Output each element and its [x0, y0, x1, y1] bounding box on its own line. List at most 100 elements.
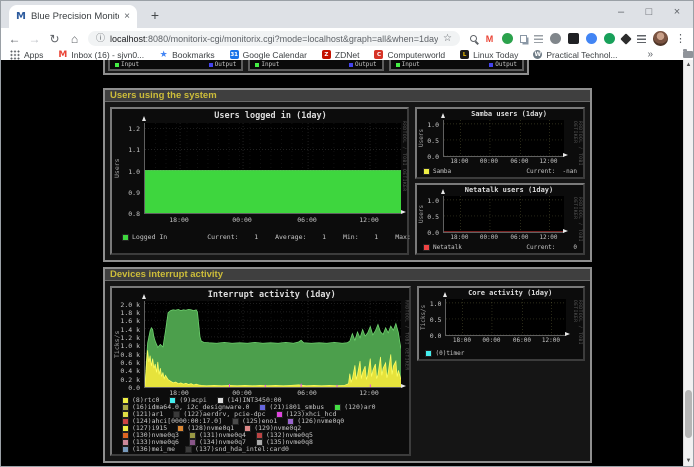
- rrdtool-watermark: RRDTOOL / TOBI OETIKER: [572, 121, 582, 177]
- bookmark-item[interactable]: C Computerworld: [374, 50, 445, 60]
- y-tick-label: 0.0: [430, 332, 442, 340]
- blue-circle-ext-icon[interactable]: [586, 33, 597, 44]
- bookmark-item[interactable]: M Inbox (16) - sjvn0...: [58, 50, 144, 60]
- graph-core-activity[interactable]: Core activity (1day) Ticks/s 1.00.50.0 1…: [417, 286, 585, 361]
- scroll-down-icon[interactable]: ▼: [684, 456, 693, 466]
- bookmark-item[interactable]: ★Bookmarks: [159, 50, 215, 60]
- x-tick-labels: 18:0000:0006:0012:00: [443, 234, 563, 242]
- legend-stats: Current: 1Average: 1Min: 1Max: 1: [207, 233, 430, 241]
- network-graph-cropped[interactable]: Input Output: [389, 60, 524, 71]
- search-ext-icon[interactable]: [470, 35, 477, 42]
- y-tick-label: 0.5: [427, 213, 439, 221]
- bookmark-item[interactable]: W Practical Technol...: [533, 50, 617, 60]
- gmail-icon: M: [58, 50, 67, 59]
- bookmark-label: ZDNet: [335, 50, 360, 60]
- close-button[interactable]: ×: [671, 6, 683, 18]
- gmail-ext-icon[interactable]: M: [484, 33, 495, 44]
- y-tick-labels: 2.0 k1.8 k1.6 k1.4 k1.2 k1.0 k0.8 k0.6 k…: [112, 301, 142, 387]
- back-icon[interactable]: ←: [8, 33, 21, 45]
- graph-legend: (0)timer: [425, 350, 577, 357]
- graph-title: Samba users (1day): [441, 110, 577, 118]
- rrdtool-watermark: RRDTOOL / TOBI OETIKER: [572, 197, 582, 253]
- y-tick-label: 1.6 k: [120, 317, 140, 325]
- browser-tab[interactable]: M Blue Precision Monitorix ×: [9, 5, 137, 28]
- y-tick-labels: 1.00.50.0: [417, 196, 441, 232]
- site-info-icon[interactable]: ⓘ: [96, 34, 105, 43]
- legend-output: Output: [489, 61, 517, 68]
- y-tick-labels: 1.00.50.0: [417, 120, 441, 156]
- pin-ext-icon[interactable]: [620, 33, 631, 44]
- y-tick-label: 0.6 k: [120, 359, 140, 367]
- apps-grid-icon: [10, 50, 20, 60]
- bookmarks-overflow-chevron[interactable]: »: [648, 49, 654, 60]
- url-host: localhost: [110, 34, 146, 44]
- x-tick-labels: 18:0000:0006:0012:00: [445, 337, 565, 345]
- y-tick-label: 1.4 k: [120, 326, 140, 334]
- green-globe-ext-icon[interactable]: [502, 33, 513, 44]
- scroll-up-icon[interactable]: ▲: [684, 60, 693, 70]
- network-graph-cropped[interactable]: Input Output: [248, 60, 383, 71]
- mask-ext-icon[interactable]: [550, 33, 561, 44]
- legend-item: (120)ar0: [334, 404, 375, 411]
- green-circle-ext-icon[interactable]: [604, 33, 615, 44]
- legend-swatch-icon: [122, 411, 129, 418]
- output-swatch-icon: [349, 63, 353, 67]
- tab-title: Blue Precision Monitorix: [31, 11, 119, 22]
- y-tick-label: 0.2 k: [120, 376, 140, 384]
- legend-swatch-icon: [189, 432, 196, 439]
- legend-item: Logged In: [122, 233, 167, 241]
- legend-item: Netatalk: [423, 244, 462, 251]
- profile-avatar[interactable]: [653, 31, 668, 46]
- computerworld-icon: C: [374, 50, 383, 59]
- dark-square-ext-icon[interactable]: [568, 33, 579, 44]
- bookmark-item[interactable]: ZZDNet: [322, 50, 360, 60]
- reload-icon[interactable]: ↻: [48, 33, 61, 45]
- y-tick-label: 1.8 k: [120, 309, 140, 317]
- playlist-ext-icon[interactable]: [637, 35, 646, 43]
- tab-close-icon[interactable]: ×: [124, 11, 130, 22]
- graph-users-logged-in[interactable]: Users logged in (1day) Users 1.21.11.00.…: [110, 107, 409, 255]
- maximize-button[interactable]: □: [643, 6, 655, 18]
- home-icon[interactable]: ⌂: [68, 33, 81, 45]
- plot-area: [144, 123, 401, 214]
- section-title-interrupts: Devices interrupt activity: [105, 269, 590, 281]
- x-tick-label: 00:00: [478, 234, 500, 241]
- pages-ext-icon[interactable]: [520, 35, 527, 43]
- minimize-button[interactable]: –: [615, 6, 627, 18]
- bookmark-item[interactable]: 31Google Calendar: [230, 50, 307, 60]
- bookmark-label: Computerworld: [387, 50, 445, 60]
- bookmarks-bar: Apps M Inbox (16) - sjvn0... ★Bookmarks 31Go…: [1, 49, 693, 60]
- scrollbar-thumb[interactable]: [685, 390, 692, 438]
- bookmark-item[interactable]: Apps: [10, 50, 43, 60]
- bookmark-label: Inbox (16) - sjvn0...: [71, 50, 144, 60]
- graph-interrupt-activity[interactable]: Interrupt activity (1day) Ticks/s 2.0 k1…: [110, 286, 411, 456]
- graph-legend: Logged InCurrent: 1Average: 1Min: 1Max: …: [122, 233, 397, 241]
- y-tick-label: 1.0: [427, 197, 439, 205]
- graph-samba-users[interactable]: Samba users (1day) Users 1.00.50.0 18:00…: [415, 107, 585, 179]
- doc-ext-icon[interactable]: [534, 35, 543, 43]
- bookmark-label: Practical Technol...: [546, 50, 617, 60]
- x-tick-label: 12:00: [540, 337, 562, 344]
- new-tab-button[interactable]: +: [147, 8, 163, 24]
- calendar-icon: 31: [230, 50, 239, 59]
- address-bar[interactable]: ⓘ localhost:8080/monitorix-cgi/monitorix…: [88, 31, 460, 46]
- rrdtool-watermark: RRDTOOL / TOBI OETIKER: [401, 121, 406, 192]
- legend-swatch-icon: [122, 425, 129, 432]
- x-axis-arrow-icon: [401, 384, 406, 388]
- rrdtool-watermark: RRDTOOL / TOBI OETIKER: [572, 300, 582, 359]
- vertical-scrollbar[interactable]: ▲ ▼: [683, 60, 693, 466]
- browser-menu-icon[interactable]: ⋮: [675, 32, 686, 45]
- tab-strip: M Blue Precision Monitorix × + – □ ×: [1, 1, 693, 28]
- bookmark-item[interactable]: LLinux Today: [460, 50, 518, 60]
- graph-netatalk-users[interactable]: Netatalk users (1day) Users 1.00.50.0 18…: [415, 183, 585, 255]
- plot-area: [443, 120, 564, 157]
- section-body-interrupts: Interrupt activity (1day) Ticks/s 2.0 k1…: [105, 281, 590, 461]
- forward-icon[interactable]: →: [28, 33, 41, 45]
- legend-input: Input: [396, 61, 420, 68]
- input-swatch-icon: [115, 63, 119, 67]
- wordpress-icon: W: [533, 50, 542, 59]
- network-graph-cropped[interactable]: Input Output: [108, 60, 243, 71]
- bookmark-star-icon[interactable]: ☆: [443, 34, 452, 44]
- other-bookmarks-button[interactable]: Other bookmarks: [683, 50, 694, 60]
- input-swatch-icon: [396, 63, 400, 67]
